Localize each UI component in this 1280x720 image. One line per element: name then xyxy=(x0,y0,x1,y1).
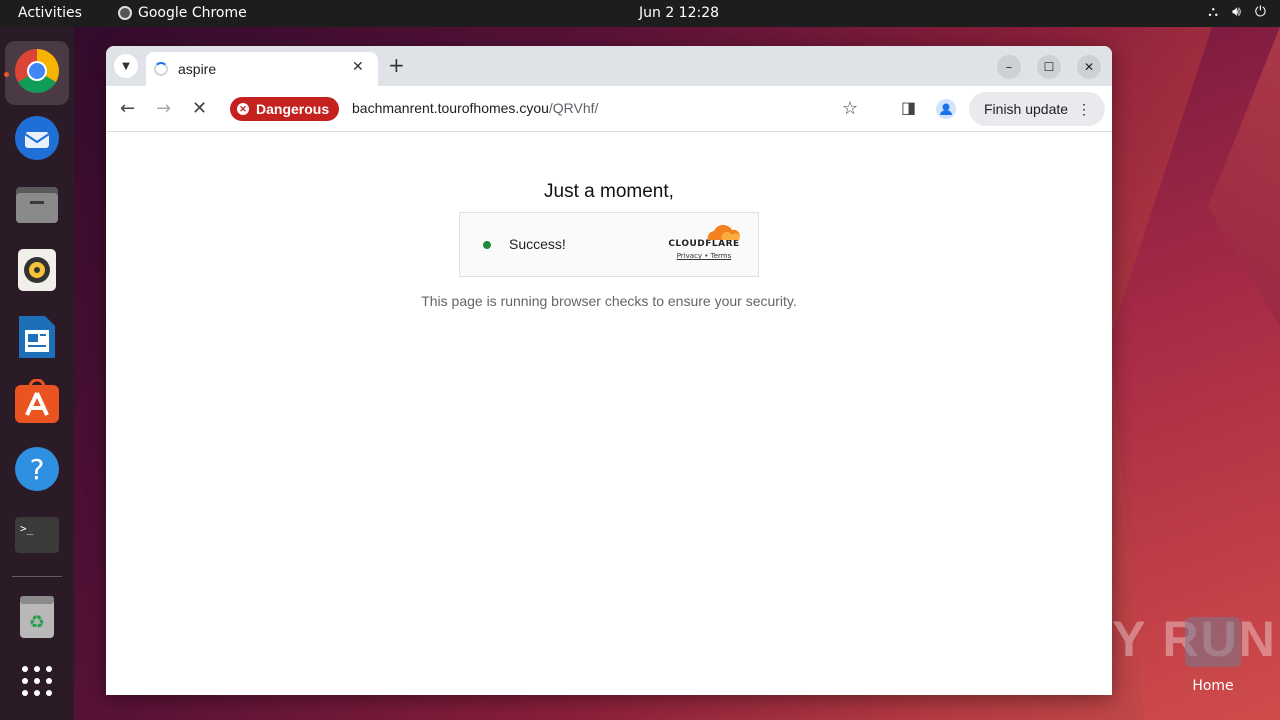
dock-help[interactable]: ? xyxy=(13,445,61,493)
app-center-icon xyxy=(15,379,59,423)
omnibox[interactable]: ✕ Dangerous bachmanrent.tourofhomes.cyou… xyxy=(222,92,882,126)
cloudflare-widget[interactable]: Success! CLOUDFLARE Privacy • Terms xyxy=(459,212,759,277)
volume-icon: 🔊︎ xyxy=(1232,4,1241,20)
running-indicator xyxy=(4,72,9,77)
loading-spinner-icon xyxy=(154,62,168,76)
app-menu[interactable]: Google Chrome xyxy=(118,5,247,21)
terminal-icon: >_ xyxy=(15,517,59,553)
minimize-icon: – xyxy=(1006,60,1012,74)
privacy-link[interactable]: Privacy xyxy=(677,252,702,260)
system-tray[interactable]: ⛬ 🔊︎ ⏻ xyxy=(1208,4,1266,20)
dock-separator xyxy=(12,576,62,577)
finish-update-label: Finish update xyxy=(984,101,1069,117)
app-name: Google Chrome xyxy=(138,5,247,21)
help-icon: ? xyxy=(15,447,59,491)
tab-search-button[interactable]: ▼ xyxy=(114,54,138,78)
dock-terminal[interactable]: >_ xyxy=(13,511,61,559)
security-note: This page is running browser checks to e… xyxy=(421,293,797,309)
maximize-icon: ☐ xyxy=(1043,60,1055,74)
page-content: Just a moment, Success! CLOUDFLARE Priva… xyxy=(106,132,1112,695)
profile-icon[interactable] xyxy=(936,99,956,119)
top-bar: Activities Google Chrome Jun 2 12:28 ⛬ 🔊… xyxy=(0,0,1280,27)
dock: ? >_ ♻ xyxy=(0,27,74,720)
url-path: /QRVhf/ xyxy=(548,100,599,116)
dock-rhythmbox[interactable] xyxy=(13,246,61,294)
svg-text:♻: ♻ xyxy=(29,612,45,633)
svg-text:?: ? xyxy=(30,453,45,486)
cloudflare-cloud-icon xyxy=(707,224,740,240)
close-icon: ✕ xyxy=(1083,60,1095,74)
chevron-down-icon: ▼ xyxy=(122,60,130,72)
dock-chrome[interactable] xyxy=(13,47,61,95)
home-folder-icon[interactable] xyxy=(1185,617,1241,667)
security-chip[interactable]: ✕ Dangerous xyxy=(230,97,340,121)
writer-icon xyxy=(19,316,55,358)
clock[interactable]: Jun 2 12:28 xyxy=(639,5,719,21)
success-dot-icon xyxy=(483,241,491,249)
power-icon: ⏻ xyxy=(1254,4,1266,20)
close-window-button[interactable]: ✕ xyxy=(1077,55,1101,79)
widget-links: Privacy • Terms xyxy=(664,252,744,260)
url-text[interactable]: bachmanrent.tourofhomes.cyou/QRVhf/ xyxy=(352,100,598,116)
dock-thunderbird[interactable] xyxy=(13,114,61,162)
chrome-window: ▼ aspire ✕ + – ☐ ✕ ← → ✕ ✕ Dangerous bac… xyxy=(106,46,1112,695)
tab-title: aspire xyxy=(178,61,217,77)
widget-status: Success! xyxy=(509,236,566,252)
dock-trash[interactable]: ♻ xyxy=(13,593,61,641)
cloudflare-branding: CLOUDFLARE Privacy • Terms xyxy=(664,223,744,260)
tab-close-icon[interactable]: ✕ xyxy=(352,59,364,75)
network-icon: ⛬ xyxy=(1208,4,1219,20)
dock-libreoffice-writer[interactable] xyxy=(13,313,61,361)
finish-update-button[interactable]: Finish update ⋮ xyxy=(969,92,1105,126)
activities-button[interactable]: Activities xyxy=(18,5,82,21)
toolbar: ← → ✕ ✕ Dangerous bachmanrent.tourofhome… xyxy=(106,86,1112,132)
security-label: Dangerous xyxy=(256,101,330,117)
danger-icon: ✕ xyxy=(237,103,249,115)
tab-strip: ▼ aspire ✕ + – ☐ ✕ xyxy=(106,46,1112,86)
maximize-button[interactable]: ☐ xyxy=(1037,55,1061,79)
page-heading: Just a moment, xyxy=(544,181,674,202)
more-vert-icon: ⋮ xyxy=(1077,101,1091,117)
dock-app-center[interactable] xyxy=(13,378,61,426)
tab-active[interactable]: aspire ✕ xyxy=(146,52,378,86)
bookmark-star-icon[interactable]: ☆ xyxy=(842,98,858,119)
trash-icon: ♻ xyxy=(20,596,54,638)
forward-button[interactable]: → xyxy=(156,98,171,119)
thunderbird-icon xyxy=(15,116,59,160)
dock-files[interactable] xyxy=(13,180,61,228)
svg-text:>_: >_ xyxy=(20,522,34,535)
chrome-small-icon xyxy=(118,6,132,20)
new-tab-button[interactable]: + xyxy=(388,53,405,77)
home-label[interactable]: Home xyxy=(1180,678,1246,694)
url-host: bachmanrent.tourofhomes.cyou xyxy=(352,100,549,116)
rhythmbox-icon xyxy=(18,249,56,291)
files-icon xyxy=(16,187,58,223)
back-button[interactable]: ← xyxy=(120,98,135,119)
terms-link[interactable]: Terms xyxy=(711,252,732,260)
chrome-icon xyxy=(15,49,59,93)
side-panel-icon[interactable]: ◨ xyxy=(901,98,916,117)
minimize-button[interactable]: – xyxy=(997,55,1021,79)
stop-button[interactable]: ✕ xyxy=(192,98,207,119)
app-grid-icon xyxy=(22,666,52,696)
dock-show-apps[interactable] xyxy=(13,657,61,705)
